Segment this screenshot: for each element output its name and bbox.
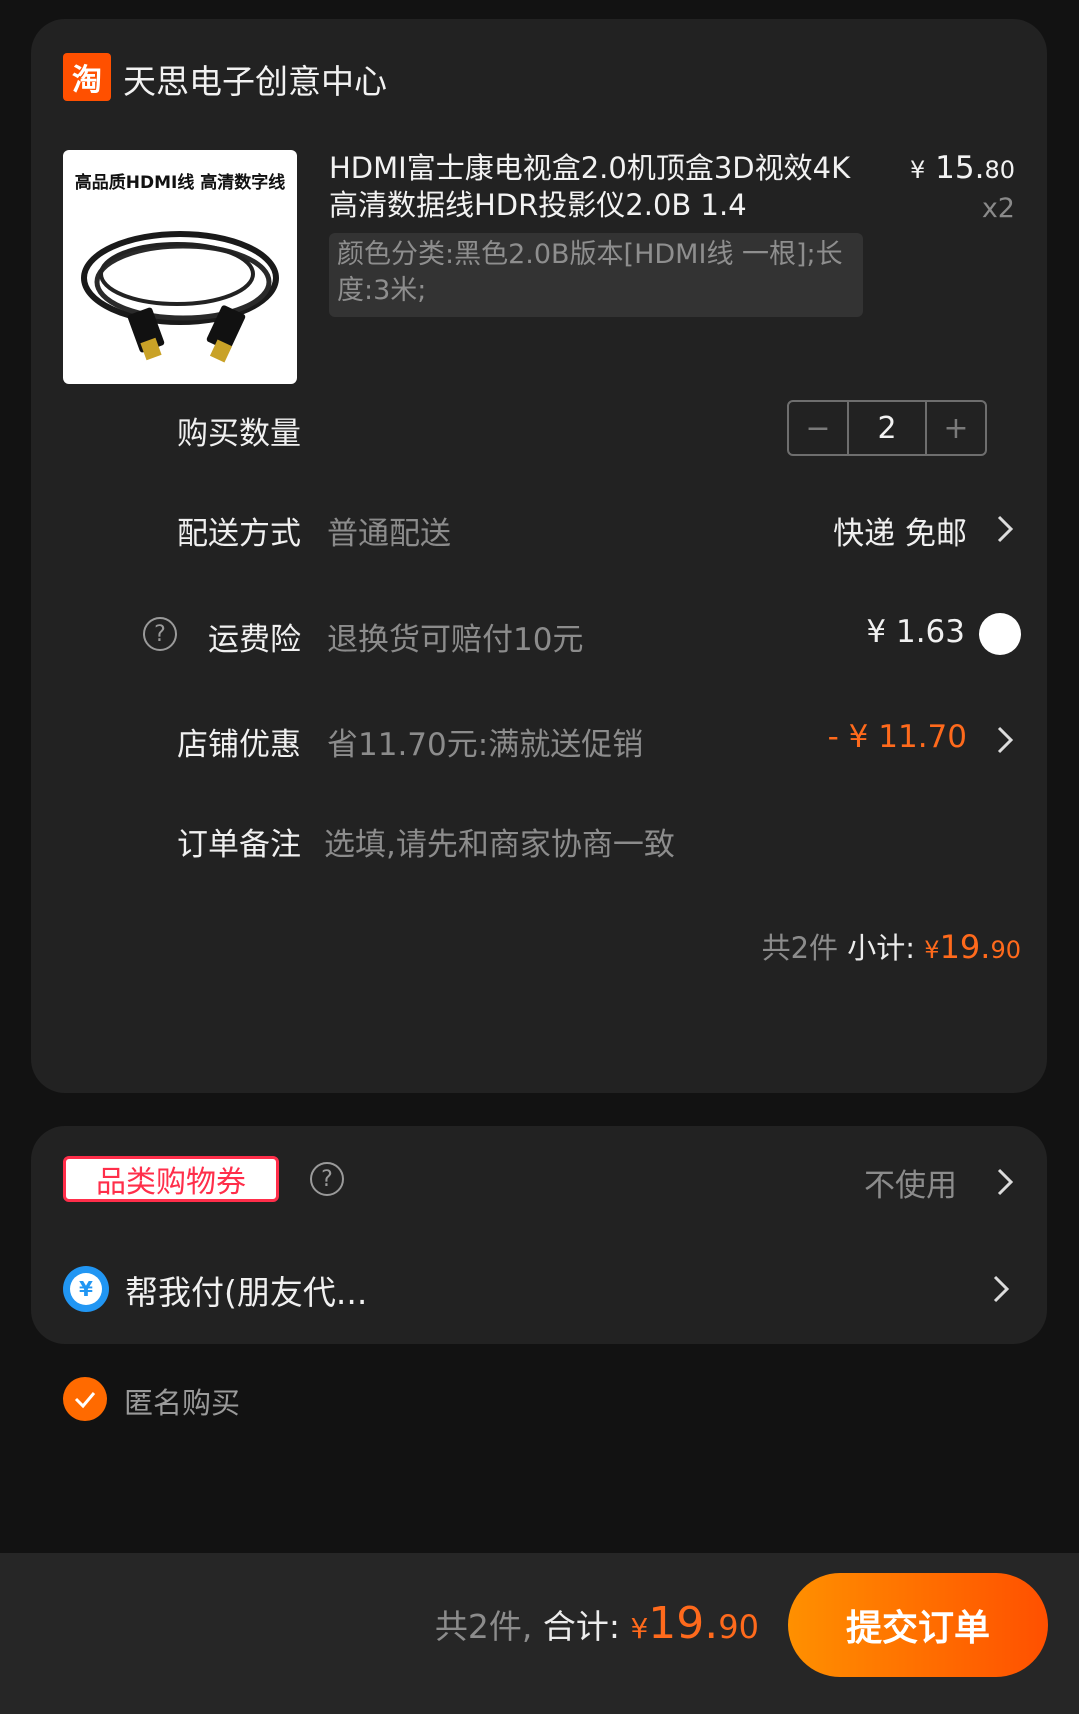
shipping-value[interactable]: 快递 免邮 xyxy=(833,508,967,553)
insurance-price: ¥ 1.63 xyxy=(866,614,965,650)
discount-value[interactable]: - ¥ 11.70 xyxy=(828,719,967,755)
subtotal-decimal: 90 xyxy=(990,936,1021,964)
quantity-input[interactable]: 2 xyxy=(847,402,927,454)
friend-pay-icon: ¥ xyxy=(63,1266,109,1312)
price-integer: 15. xyxy=(935,150,985,186)
shipping-method: 普通配送 xyxy=(327,516,451,552)
quantity-stepper: − 2 + xyxy=(787,400,987,456)
price-decimal: 80 xyxy=(984,156,1015,184)
anonymous-label[interactable]: 匿名购买 xyxy=(124,1380,240,1422)
friend-pay-label[interactable]: 帮我付(朋友代... xyxy=(125,1266,367,1314)
subtotal-label: 小计: xyxy=(847,931,916,965)
insurance-label: 运费险 xyxy=(208,622,301,658)
taobao-logo-icon: 淘 xyxy=(63,53,111,101)
subtotal-count: 共2件 xyxy=(761,931,839,965)
category-coupon-tag: 品类购物券 xyxy=(63,1156,279,1202)
total-label: 合计: xyxy=(542,1607,620,1646)
total-symbol: ¥ xyxy=(630,1612,649,1645)
subtotal: 共2件 小计: ¥19.90 xyxy=(762,925,1021,967)
chevron-right-icon[interactable] xyxy=(985,509,1025,549)
total-count: 共2件, xyxy=(434,1607,533,1646)
decrease-button[interactable]: − xyxy=(789,402,847,454)
sku-info[interactable]: 颜色分类:黑色2.0B版本[HDMI线 一根];长度:3米; xyxy=(329,233,863,317)
product-image[interactable]: 高品质HDMI线 高清数字线 xyxy=(63,150,297,384)
chevron-right-icon[interactable] xyxy=(985,720,1025,760)
product-price: ¥ 15.80 xyxy=(910,150,1015,186)
product-quantity: x2 xyxy=(981,193,1015,224)
note-label: 订单备注 xyxy=(177,827,301,863)
price-symbol: ¥ xyxy=(910,156,926,184)
total-decimal: 90 xyxy=(718,1608,759,1646)
hdmi-cable-icon xyxy=(81,231,279,363)
chevron-right-icon[interactable] xyxy=(981,1269,1021,1309)
order-total: 共2件, 合计: ¥19.90 xyxy=(435,1598,759,1649)
increase-button[interactable]: + xyxy=(927,402,985,454)
chevron-right-icon[interactable] xyxy=(985,1162,1025,1202)
product-title[interactable]: HDMI富士康电视盒2.0机顶盒3D视效4K高清数据线HDR投影仪2.0B 1.… xyxy=(329,150,869,224)
discount-label: 店铺优惠 xyxy=(177,727,301,763)
coupon-value[interactable]: 不使用 xyxy=(864,1160,957,1205)
payment-options-card: 品类购物券 ? 不使用 ¥ 帮我付(朋友代... xyxy=(31,1126,1047,1344)
total-integer: 19. xyxy=(648,1598,719,1649)
subtotal-symbol: ¥ xyxy=(924,936,940,964)
subtotal-integer: 19. xyxy=(939,928,991,966)
help-icon[interactable]: ? xyxy=(310,1162,344,1196)
discount-description: 省11.70元:满就送促销 xyxy=(327,727,644,763)
shop-name[interactable]: 天思电子创意中心 xyxy=(123,55,387,103)
order-card: 淘 天思电子创意中心 高品质HDMI线 高清数字线 HDMI富士康电视盒2.0机… xyxy=(31,19,1047,1093)
submit-order-button[interactable]: 提交订单 xyxy=(788,1573,1048,1677)
quantity-label: 购买数量 xyxy=(177,416,301,452)
anonymous-checkbox[interactable] xyxy=(63,1377,107,1421)
note-input[interactable]: 选填,请先和商家协商一致 xyxy=(324,819,675,864)
shipping-label: 配送方式 xyxy=(177,516,301,552)
insurance-description: 退换货可赔付10元 xyxy=(327,622,584,658)
insurance-radio[interactable] xyxy=(979,613,1021,655)
